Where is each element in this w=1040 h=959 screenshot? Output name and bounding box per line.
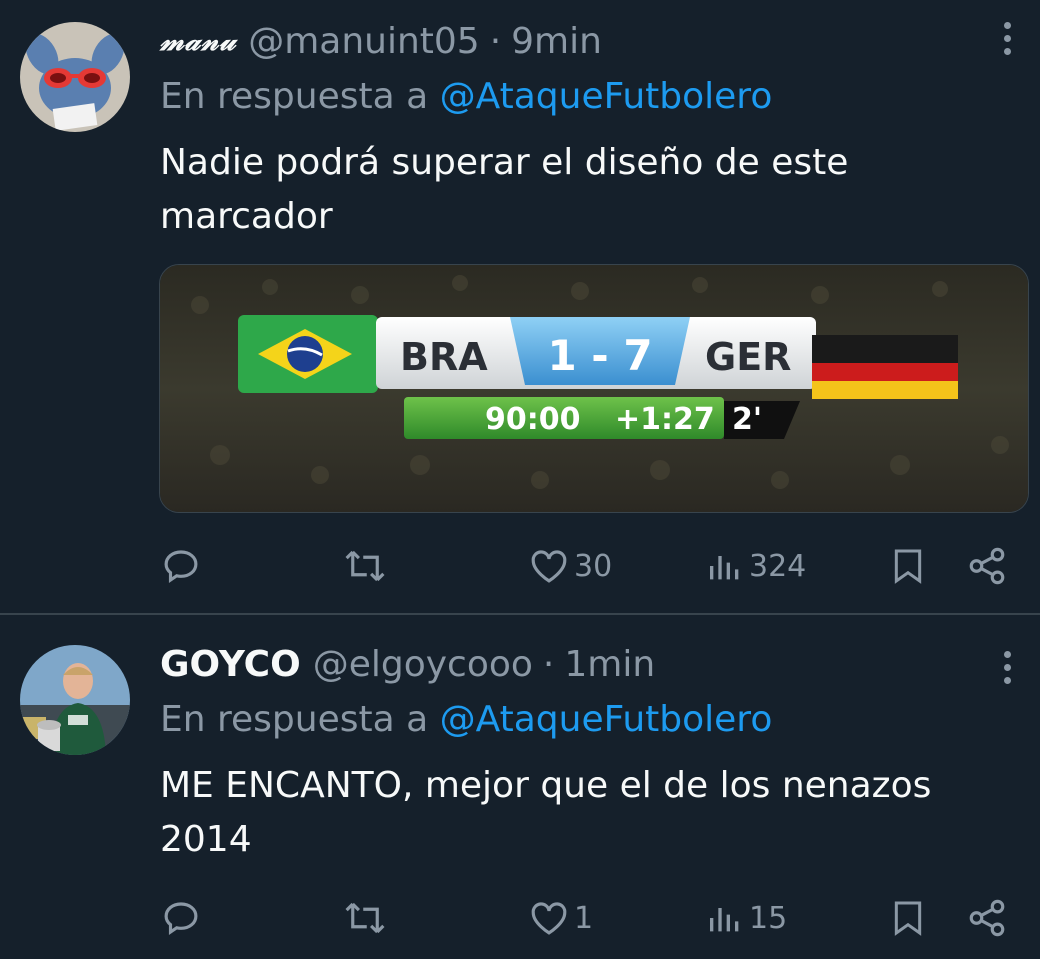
like-count: 30 (574, 548, 613, 584)
display-name[interactable]: GOYCO (160, 644, 301, 685)
reply-prefix: En respuesta a (160, 699, 429, 740)
retweet-icon (345, 902, 385, 934)
avatar[interactable] (20, 22, 130, 132)
reply-prefix: En respuesta a (160, 76, 429, 117)
separator-dot: · (542, 643, 555, 685)
handle[interactable]: @manuint05 (248, 21, 480, 62)
like-count: 1 (574, 900, 594, 936)
heart-icon (531, 902, 567, 935)
retweet-icon (345, 550, 385, 582)
reply-icon (164, 902, 198, 935)
display-name[interactable]: 𝓂𝒶𝓃𝓊 (160, 24, 236, 58)
avatar[interactable] (20, 645, 130, 755)
timestamp[interactable]: 1min (564, 644, 655, 685)
score-label: 1 - 7 (547, 331, 652, 380)
more-icon[interactable] (995, 651, 1019, 695)
reply-mention-link[interactable]: @AtaqueFutbolero (440, 699, 773, 740)
tweet-header: 𝓂𝒶𝓃𝓊 @manuint05 · 9min (160, 16, 602, 66)
tweet-text: ME ENCANTO, mejor que el de los nenazos … (160, 765, 932, 860)
views-button[interactable]: 15 (705, 893, 787, 943)
views-count: 324 (749, 548, 807, 584)
timestamp[interactable]: 9min (511, 21, 602, 62)
handle[interactable]: @elgoycooo (313, 644, 533, 685)
share-icon (969, 899, 1005, 937)
views-button[interactable]: 324 (705, 541, 806, 591)
reply-button[interactable] (160, 893, 202, 943)
added-time: +1:27 (615, 402, 715, 437)
reply-context: En respuesta a @AtaqueFutbolero (160, 699, 772, 740)
tweet-header: GOYCO @elgoycooo · 1min (160, 639, 655, 689)
bookmark-icon (894, 549, 922, 584)
extra-time-label: 2' (732, 402, 762, 437)
like-button[interactable]: 1 (528, 893, 593, 943)
views-count: 15 (749, 900, 788, 936)
like-button[interactable]: 30 (528, 541, 612, 591)
share-icon (969, 547, 1005, 585)
separator-dot: · (489, 20, 502, 62)
share-button[interactable] (966, 893, 1008, 943)
retweet-button[interactable] (342, 893, 388, 943)
heart-icon (531, 550, 567, 583)
reply-icon (164, 550, 198, 583)
tweet-actions: 1 15 (0, 893, 1040, 943)
bookmark-button[interactable] (888, 893, 928, 943)
tweet-text: Nadie podrá superar el diseño de este ma… (160, 142, 849, 237)
tweet-media-image[interactable]: BRA 1 - 7 GER 90:00 +1:27 2' (159, 264, 1029, 513)
retweet-button[interactable] (342, 541, 388, 591)
home-team-label: BRA (400, 335, 488, 379)
reply-button[interactable] (160, 541, 202, 591)
more-icon[interactable] (995, 22, 1019, 66)
tweet-actions: 30 324 (0, 541, 1040, 591)
views-icon (710, 556, 739, 580)
reply-mention-link[interactable]: @AtaqueFutbolero (440, 76, 773, 117)
tweet[interactable]: 𝓂𝒶𝓃𝓊 @manuint05 · 9min En respuesta a @A… (0, 0, 1040, 614)
bookmark-button[interactable] (888, 541, 928, 591)
match-clock: 90:00 (485, 402, 581, 437)
share-button[interactable] (966, 541, 1008, 591)
views-icon (710, 908, 739, 932)
tweet[interactable]: GOYCO @elgoycooo · 1min En respuesta a @… (0, 615, 1040, 959)
bookmark-icon (894, 901, 922, 936)
away-team-label: GER (705, 335, 791, 379)
reply-context: En respuesta a @AtaqueFutbolero (160, 76, 772, 117)
